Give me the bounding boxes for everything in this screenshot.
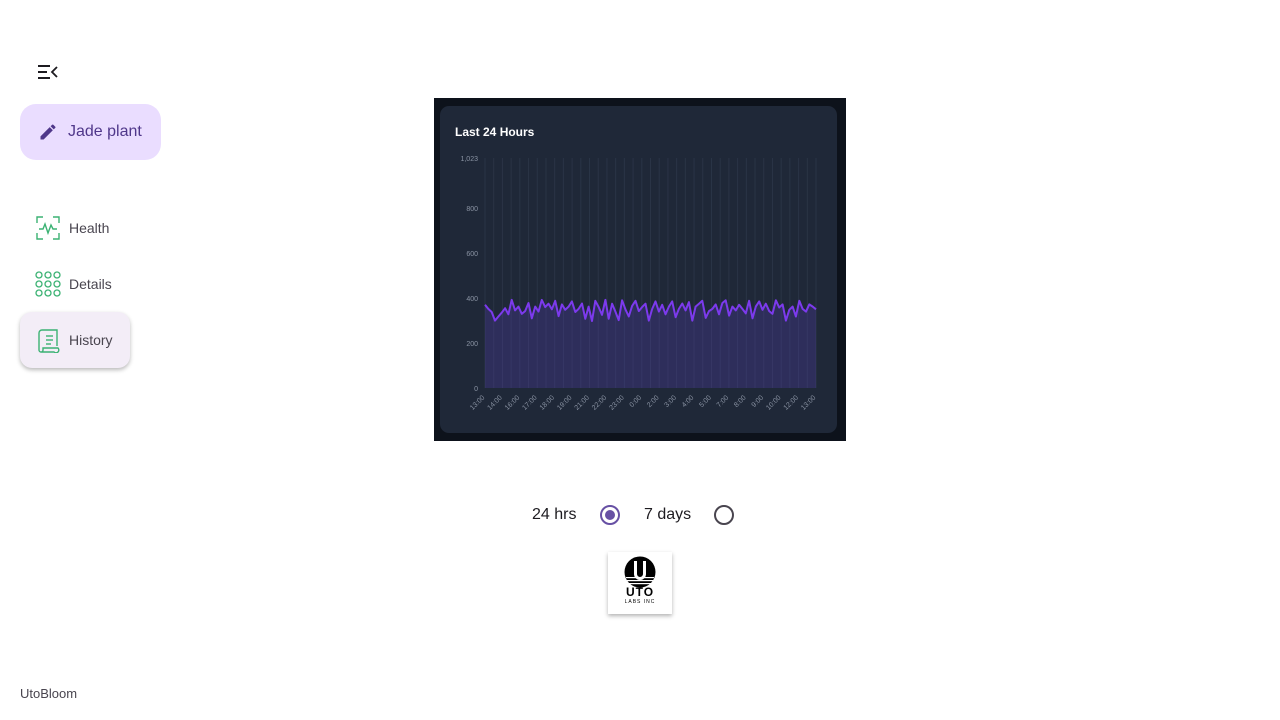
grid-dots-icon xyxy=(35,271,61,297)
chart-frame: Last 24 Hours 0 200 400 600 800 1,023 13:00 14:… xyxy=(434,98,846,441)
pencil-icon xyxy=(38,122,58,142)
edit-plant-button[interactable]: Jade plant xyxy=(20,104,161,160)
x-tick-label: 3:00 xyxy=(663,394,678,409)
x-tick-label: 2:00 xyxy=(646,394,661,409)
nav-item-details[interactable]: Details xyxy=(20,256,130,312)
nav-item-health[interactable]: Health xyxy=(20,200,130,256)
x-tick-label: 22:00 xyxy=(591,394,608,411)
x-tick-label: 10:00 xyxy=(765,394,782,411)
x-tick-label: 8:00 xyxy=(733,394,748,409)
radio-7days[interactable] xyxy=(714,505,734,525)
y-tick-label: 800 xyxy=(466,206,478,213)
company-logo: UTO LABS INC xyxy=(608,552,672,614)
nav-item-label: Details xyxy=(69,276,112,292)
logo-emblem-icon xyxy=(624,556,656,588)
x-tick-label: 9:00 xyxy=(751,394,766,409)
x-tick-label: 5:00 xyxy=(698,394,713,409)
radio-24hrs[interactable] xyxy=(600,505,620,525)
x-tick-label: 7:00 xyxy=(716,394,731,409)
x-tick-label: 17:00 xyxy=(521,394,538,411)
x-tick-label: 18:00 xyxy=(539,394,556,411)
radio-label-24hrs[interactable]: 24 hrs xyxy=(532,506,576,524)
plant-name-label: Jade plant xyxy=(68,123,142,140)
app-brand-name: UtoBloom xyxy=(20,686,78,701)
x-tick-label: 0:00 xyxy=(629,394,644,409)
scroll-document-icon xyxy=(35,327,61,353)
menu-collapse-button[interactable] xyxy=(34,58,62,86)
x-tick-label: 21:00 xyxy=(574,394,591,411)
x-tick-label: 16:00 xyxy=(504,394,521,411)
nav-item-label: Health xyxy=(69,220,110,236)
x-tick-label: 13:00 xyxy=(469,394,486,411)
logo-subtext: LABS INC xyxy=(624,599,656,605)
heartbeat-monitor-icon xyxy=(35,215,61,241)
radio-label-7days[interactable]: 7 days xyxy=(644,506,691,524)
y-tick-label: 0 xyxy=(474,386,478,393)
x-tick-label: 4:00 xyxy=(681,394,696,409)
y-tick-label: 400 xyxy=(466,296,478,303)
nav-item-label: History xyxy=(69,332,113,348)
history-chart: 02004006008001,02313:00 14:00 16:00 17:00 18… xyxy=(460,156,817,412)
y-tick-label: 200 xyxy=(466,341,478,348)
x-tick-label: 12:00 xyxy=(783,394,800,411)
x-tick-label: 13:00 xyxy=(800,394,817,411)
range-selector: 24 hrs 7 days xyxy=(0,503,1280,527)
chart-card: Last 24 Hours 0 200 400 600 800 1,023 13:00 14:… xyxy=(440,106,837,433)
x-tick-label: 14:00 xyxy=(486,394,503,411)
y-tick-label: 1,023 xyxy=(460,156,478,163)
x-tick-label: 19:00 xyxy=(556,394,573,411)
logo-text: UTO xyxy=(625,585,655,599)
x-tick-label: 23:00 xyxy=(608,394,625,411)
nav-item-history[interactable]: History xyxy=(20,312,130,368)
menu-collapse-icon xyxy=(38,65,58,79)
y-tick-label: 600 xyxy=(466,251,478,258)
